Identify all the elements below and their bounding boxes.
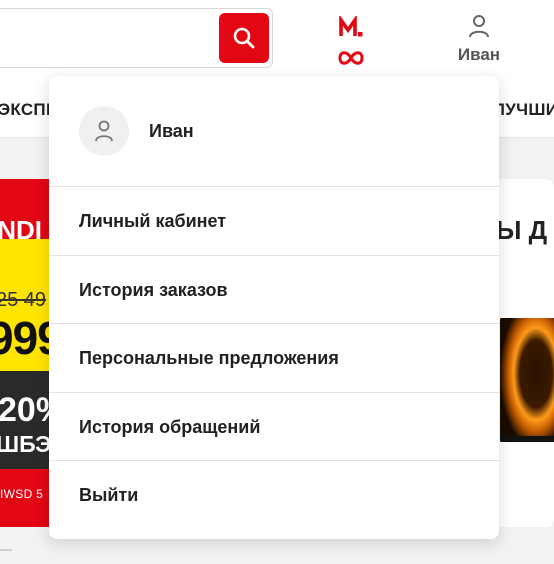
menu-item-label: Выйти <box>79 485 139 505</box>
profile-name: Иван <box>149 121 194 141</box>
nav-item-best[interactable]: ЛУЧШИ <box>493 100 554 120</box>
promo-new-price: 999 <box>0 312 50 364</box>
menu-item-label: Персональные предложения <box>79 348 339 368</box>
menu-item-label: История обращений <box>79 417 261 437</box>
profile-header[interactable]: Иван <box>49 76 499 186</box>
avatar <box>79 106 129 156</box>
menu-item-label: Личный кабинет <box>79 211 227 231</box>
header: Иван <box>0 0 554 76</box>
menu-item-label: История заказов <box>79 280 228 300</box>
promo-model: IWSD 5 <box>0 487 44 501</box>
promo-cashback-percent: 20% <box>0 391 50 429</box>
user-icon <box>469 15 489 38</box>
menu-item-personal-offers[interactable]: Персональные предложения <box>49 323 499 391</box>
promo-banner[interactable]: INDI 25 49 999 20% ШБЭ IWSD 5 <box>0 179 50 527</box>
search-icon <box>233 27 255 49</box>
user-name-label: Иван <box>457 45 501 64</box>
promo-card-title: Ы Д <box>496 215 548 245</box>
tv-image <box>500 318 554 442</box>
menu-item-support-history[interactable]: История обращений <box>49 392 499 460</box>
promo-old-price: 25 49 <box>0 289 47 311</box>
user-avatar-icon <box>95 120 113 142</box>
search-button[interactable] <box>219 13 269 63</box>
mvideo-logo[interactable] <box>335 14 369 66</box>
menu-item-logout[interactable]: Выйти <box>49 460 499 528</box>
user-dropdown-menu: Иван Личный кабинет История заказов Перс… <box>49 76 499 539</box>
user-menu-button[interactable]: Иван <box>448 14 510 70</box>
promo-cashback-label: ШБЭ <box>0 431 50 457</box>
menu-item-account[interactable]: Личный кабинет <box>49 186 499 254</box>
mvideo-logo-icon <box>338 14 364 65</box>
menu-item-order-history[interactable]: История заказов <box>49 255 499 323</box>
slider-indicator <box>0 549 12 551</box>
